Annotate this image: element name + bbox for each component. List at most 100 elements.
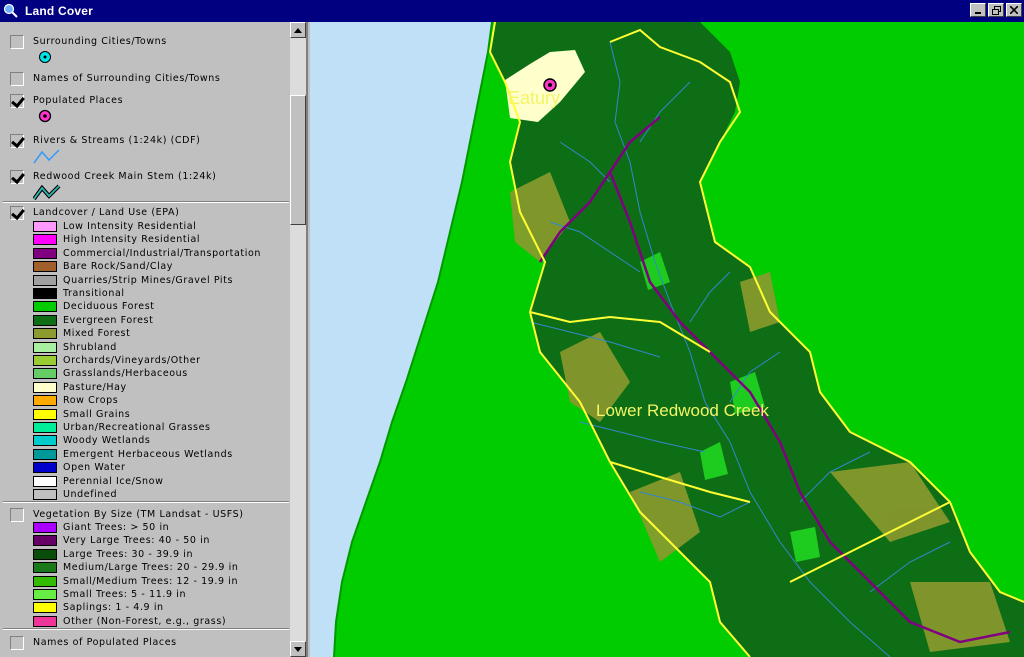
layer-checkbox[interactable]: [10, 206, 24, 220]
legend-swatch: [33, 615, 57, 627]
arrow-down-icon: [294, 646, 302, 652]
legend-class-item: Emergent Herbaceous Wetlands: [33, 448, 233, 461]
legend-swatch: [33, 355, 57, 366]
legend-class-item: Evergreen Forest: [33, 314, 153, 327]
legend-class-item: Open Water: [33, 461, 125, 474]
legend-swatch: [33, 328, 57, 340]
town-label: Eatury: [508, 88, 560, 108]
legend-swatch: [33, 341, 57, 353]
layer-checkbox[interactable]: [10, 94, 24, 108]
legend-class-label: Low Intensity Residential: [63, 221, 197, 232]
layer-checkbox[interactable]: [10, 636, 24, 650]
legend-swatch: [33, 435, 57, 447]
legend-scrollbar[interactable]: [290, 22, 306, 657]
legend-swatch: [33, 408, 57, 420]
legend-class-item: Mixed Forest: [33, 327, 130, 340]
legend-class-item: Commercial/Industrial/Transportation: [33, 247, 261, 260]
layer-checkbox[interactable]: [10, 170, 24, 184]
legend-class-label: Row Crops: [63, 395, 119, 407]
legend-class-item: Small Trees: 5 - 11.9 in: [33, 588, 186, 601]
legend-swatch: [33, 395, 57, 407]
layer-name: Names of Surrounding Cities/Towns: [33, 73, 221, 84]
layer-name: Landcover / Land Use (EPA): [33, 207, 180, 218]
legend-swatch: [33, 234, 57, 246]
divider: [3, 628, 289, 630]
legend-class-label: Large Trees: 30 - 39.9 in: [63, 548, 194, 560]
legend-swatch: [33, 535, 57, 547]
legend-class-label: Orchards/Vineyards/Other: [63, 355, 201, 366]
legend-class-item: Orchards/Vineyards/Other: [33, 354, 201, 367]
layer-name: Rivers & Streams (1:24k) (CDF): [33, 135, 201, 146]
legend-swatch: [33, 247, 57, 259]
minimize-button[interactable]: [970, 3, 986, 17]
legend-swatch: [33, 575, 57, 587]
legend-class-label: Small Grains: [63, 408, 131, 420]
legend-content: Surrounding Cities/Towns Names of Surrou…: [0, 22, 290, 657]
legend-class-item: Large Trees: 30 - 39.9 in: [33, 548, 193, 561]
layer-name: Names of Populated Places: [33, 637, 177, 648]
legend-class-label: Small Trees: 5 - 11.9 in: [63, 589, 187, 600]
globe-magnifier-icon: [3, 3, 18, 18]
layer-checkbox[interactable]: [10, 35, 24, 49]
legend-class-item: Low Intensity Residential: [33, 220, 196, 233]
layer-checkbox[interactable]: [10, 508, 24, 522]
layer-name: Populated Places: [33, 95, 124, 106]
legend-class-item: Giant Trees: > 50 in: [33, 521, 169, 534]
legend-class-label: Very Large Trees: 40 - 50 in: [63, 535, 210, 547]
legend-class-item: Perennial Ice/Snow: [33, 475, 163, 488]
layer-checkbox[interactable]: [10, 134, 24, 148]
layer-name: Redwood Creek Main Stem (1:24k): [33, 171, 217, 182]
legend-swatch: [33, 562, 57, 574]
legend-swatch: [33, 489, 57, 500]
legend-class-label: Perennial Ice/Snow: [63, 475, 164, 487]
restore-icon: [991, 5, 1001, 15]
watershed-label: Lower Redwood Creek: [596, 401, 769, 420]
legend-class-label: Saplings: 1 - 4.9 in: [63, 602, 164, 614]
close-button[interactable]: [1006, 3, 1022, 17]
map-drawing: Eatury Lower Redwood Creek: [310, 22, 1024, 657]
legend-class-label: Shrubland: [63, 341, 117, 353]
legend-swatch: [33, 368, 57, 380]
legend-class-item: Deciduous Forest: [33, 300, 155, 313]
legend-class-label: Evergreen Forest: [63, 314, 154, 326]
legend-class-label: Emergent Herbaceous Wetlands: [63, 448, 233, 460]
window-title: Land Cover: [25, 4, 94, 18]
legend-class-label: Giant Trees: > 50 in: [63, 522, 170, 533]
layer-checkbox[interactable]: [10, 72, 24, 86]
legend-class-label: Commercial/Industrial/Transportation: [63, 247, 261, 259]
main-stem-line-icon: [33, 184, 61, 201]
divider: [3, 201, 289, 203]
map-canvas[interactable]: Eatury Lower Redwood Creek: [310, 22, 1024, 657]
layer-name: Vegetation By Size (TM Landsat - USFS): [33, 509, 244, 520]
legend-class-item: Pasture/Hay: [33, 381, 127, 394]
legend-swatch: [33, 548, 57, 560]
legend-class-label: Quarries/Strip Mines/Gravel Pits: [63, 274, 234, 286]
legend-class-label: Mixed Forest: [63, 328, 131, 340]
legend-class-label: Woody Wetlands: [63, 435, 151, 447]
legend-swatch: [33, 314, 57, 326]
legend-class-item: Other (Non-Forest, e.g., grass): [33, 615, 226, 628]
legend-class-label: High Intensity Residential: [63, 234, 201, 246]
restore-button[interactable]: [988, 3, 1004, 17]
legend-class-item: Quarries/Strip Mines/Gravel Pits: [33, 274, 233, 287]
legend-swatch: [33, 221, 57, 232]
legend-class-label: Bare Rock/Sand/Clay: [63, 261, 174, 273]
minimize-icon: [975, 12, 981, 14]
legend-swatch: [33, 288, 57, 299]
legend-swatch: [33, 522, 57, 533]
scroll-thumb[interactable]: [290, 95, 306, 225]
legend-swatch: [33, 589, 57, 600]
legend-class-item: Small/Medium Trees: 12 - 19.9 in: [33, 575, 238, 588]
scroll-up-button[interactable]: [290, 22, 306, 38]
divider: [3, 501, 289, 503]
legend-swatch: [33, 448, 57, 460]
legend-class-label: Pasture/Hay: [63, 381, 127, 393]
legend-class-item: High Intensity Residential: [33, 233, 200, 246]
legend-class-label: Undefined: [63, 489, 118, 500]
scroll-down-button[interactable]: [290, 641, 306, 657]
city-point-icon: [39, 51, 51, 63]
legend-class-label: Other (Non-Forest, e.g., grass): [63, 615, 227, 627]
legend-class-item: Medium/Large Trees: 20 - 29.9 in: [33, 561, 239, 574]
legend-swatch: [33, 381, 57, 393]
legend-class-label: Open Water: [63, 462, 126, 474]
